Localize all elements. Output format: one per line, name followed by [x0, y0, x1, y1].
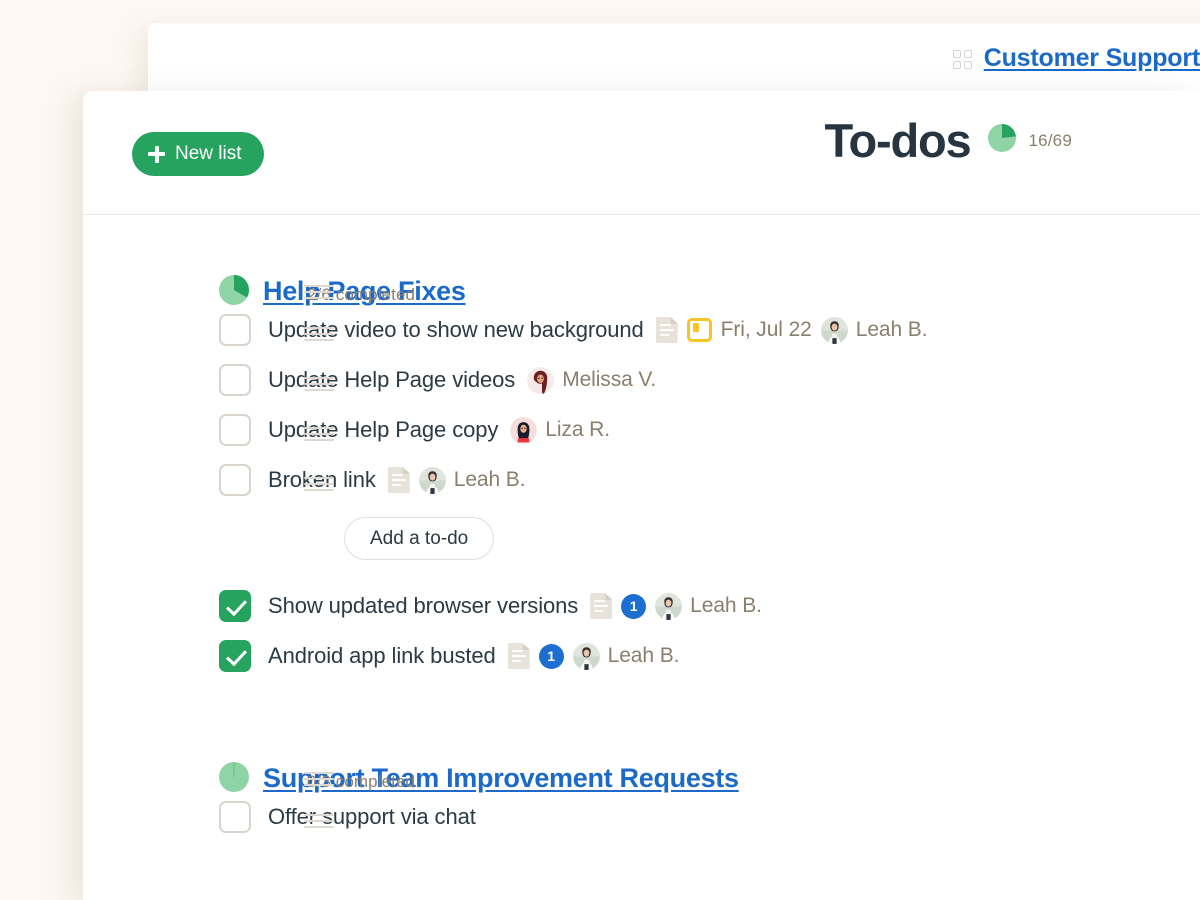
- assignee-name: Leah B.: [690, 594, 762, 618]
- plus-icon: [148, 146, 165, 163]
- todo-list: 0/3 completedSupport Team Improvement Re…: [83, 744, 1200, 842]
- todo-meta: Leah B.: [388, 467, 526, 494]
- checkbox-checked[interactable]: [219, 590, 251, 622]
- todo-meta: 1 Leah B.: [590, 593, 762, 620]
- project-link-customer-support[interactable]: Customer Support: [984, 44, 1200, 73]
- checkbox-unchecked[interactable]: [219, 464, 251, 496]
- todo-meta: Liza R.: [510, 417, 610, 444]
- todo-row: Update Help Page copy Liza R.: [83, 405, 1200, 455]
- todo-meta: Melissa V.: [527, 367, 656, 394]
- todo-row: Show updated browser versions 1 Leah B.: [83, 581, 1200, 631]
- drag-handle[interactable]: [304, 477, 334, 491]
- todo-row: Offer support via chat: [83, 792, 1200, 842]
- document-icon: [656, 317, 678, 343]
- overall-progress-pie-icon: [988, 124, 1016, 157]
- list-progress-pie-icon: [219, 275, 249, 305]
- screen: Customer Support New list To-dos 16/69 2…: [0, 0, 1200, 900]
- todo-meta: 1 Leah B.: [508, 643, 680, 670]
- assignee-name: Liza R.: [545, 418, 610, 442]
- assignee: Leah B.: [573, 643, 680, 670]
- todo-row: Android app link busted 1 Leah B.: [83, 631, 1200, 681]
- document-icon: [590, 593, 612, 619]
- drag-handle[interactable]: [304, 427, 334, 441]
- avatar: [821, 317, 848, 344]
- drag-handle[interactable]: [304, 285, 334, 299]
- todos-panel: New list To-dos 16/69 2/6 completedHelp …: [83, 91, 1200, 900]
- avatar: [527, 367, 554, 394]
- checkbox-checked[interactable]: [219, 640, 251, 672]
- assignee: Melissa V.: [527, 367, 656, 394]
- avatar: [655, 593, 682, 620]
- todo-lists-container: 2/6 completedHelp Page FixesUpdate video…: [83, 257, 1200, 842]
- grid-icon[interactable]: [953, 50, 972, 69]
- avatar: [573, 643, 600, 670]
- todo-title[interactable]: Show updated browser versions: [268, 593, 578, 619]
- assignee-name: Leah B.: [856, 318, 928, 342]
- project-nav-bar: Customer Support: [148, 23, 1200, 93]
- checkbox-unchecked[interactable]: [219, 414, 251, 446]
- assignee-name: Leah B.: [608, 644, 680, 668]
- pie-svg: [988, 124, 1016, 152]
- completed-todos: Show updated browser versions1 Leah B.An…: [83, 581, 1200, 681]
- todo-row: Broken link Leah B.: [83, 455, 1200, 505]
- assignee: Leah B.: [655, 593, 762, 620]
- todos-header: New list To-dos 16/69: [83, 91, 1200, 215]
- add-todo-button[interactable]: Add a to-do: [344, 517, 494, 560]
- comment-count-badge[interactable]: 1: [539, 644, 564, 669]
- document-icon: [508, 643, 530, 669]
- new-list-label: New list: [175, 143, 242, 165]
- checkbox-unchecked[interactable]: [219, 314, 251, 346]
- assignee: Leah B.: [821, 317, 928, 344]
- comment-count-badge[interactable]: 1: [621, 594, 646, 619]
- todo-row: Update video to show new backgroundFri, …: [83, 305, 1200, 355]
- todo-meta: Fri, Jul 22 Leah B.: [656, 317, 928, 344]
- todo-title[interactable]: Update Help Page copy: [268, 417, 498, 443]
- avatar: [419, 467, 446, 494]
- checkbox-unchecked[interactable]: [219, 364, 251, 396]
- checkbox-unchecked[interactable]: [219, 801, 251, 833]
- todo-row: Update Help Page videos Melissa V.: [83, 355, 1200, 405]
- drag-handle[interactable]: [304, 772, 334, 786]
- list-header: 0/3 completedSupport Team Improvement Re…: [83, 744, 1200, 792]
- page-title: To-dos: [825, 117, 971, 164]
- assignee: Liza R.: [510, 417, 610, 444]
- drag-handle[interactable]: [304, 814, 334, 828]
- drag-handle[interactable]: [304, 327, 334, 341]
- due-date: Fri, Jul 22: [721, 318, 812, 342]
- list-header: 2/6 completedHelp Page Fixes: [83, 257, 1200, 305]
- page-title-group: To-dos 16/69: [825, 117, 1073, 164]
- list-progress-pie-icon: [219, 762, 249, 792]
- drag-handle[interactable]: [304, 377, 334, 391]
- todo-title[interactable]: Offer support via chat: [268, 804, 476, 830]
- document-icon: [388, 467, 410, 493]
- assignee-name: Leah B.: [454, 468, 526, 492]
- date-icon[interactable]: [687, 318, 712, 342]
- overall-progress-count: 16/69: [1028, 131, 1072, 151]
- avatar: [510, 417, 537, 444]
- new-list-button[interactable]: New list: [132, 132, 264, 176]
- assignee: Leah B.: [419, 467, 526, 494]
- todo-title[interactable]: Android app link busted: [268, 643, 496, 669]
- todo-list: 2/6 completedHelp Page FixesUpdate video…: [83, 257, 1200, 681]
- assignee-name: Melissa V.: [562, 368, 656, 392]
